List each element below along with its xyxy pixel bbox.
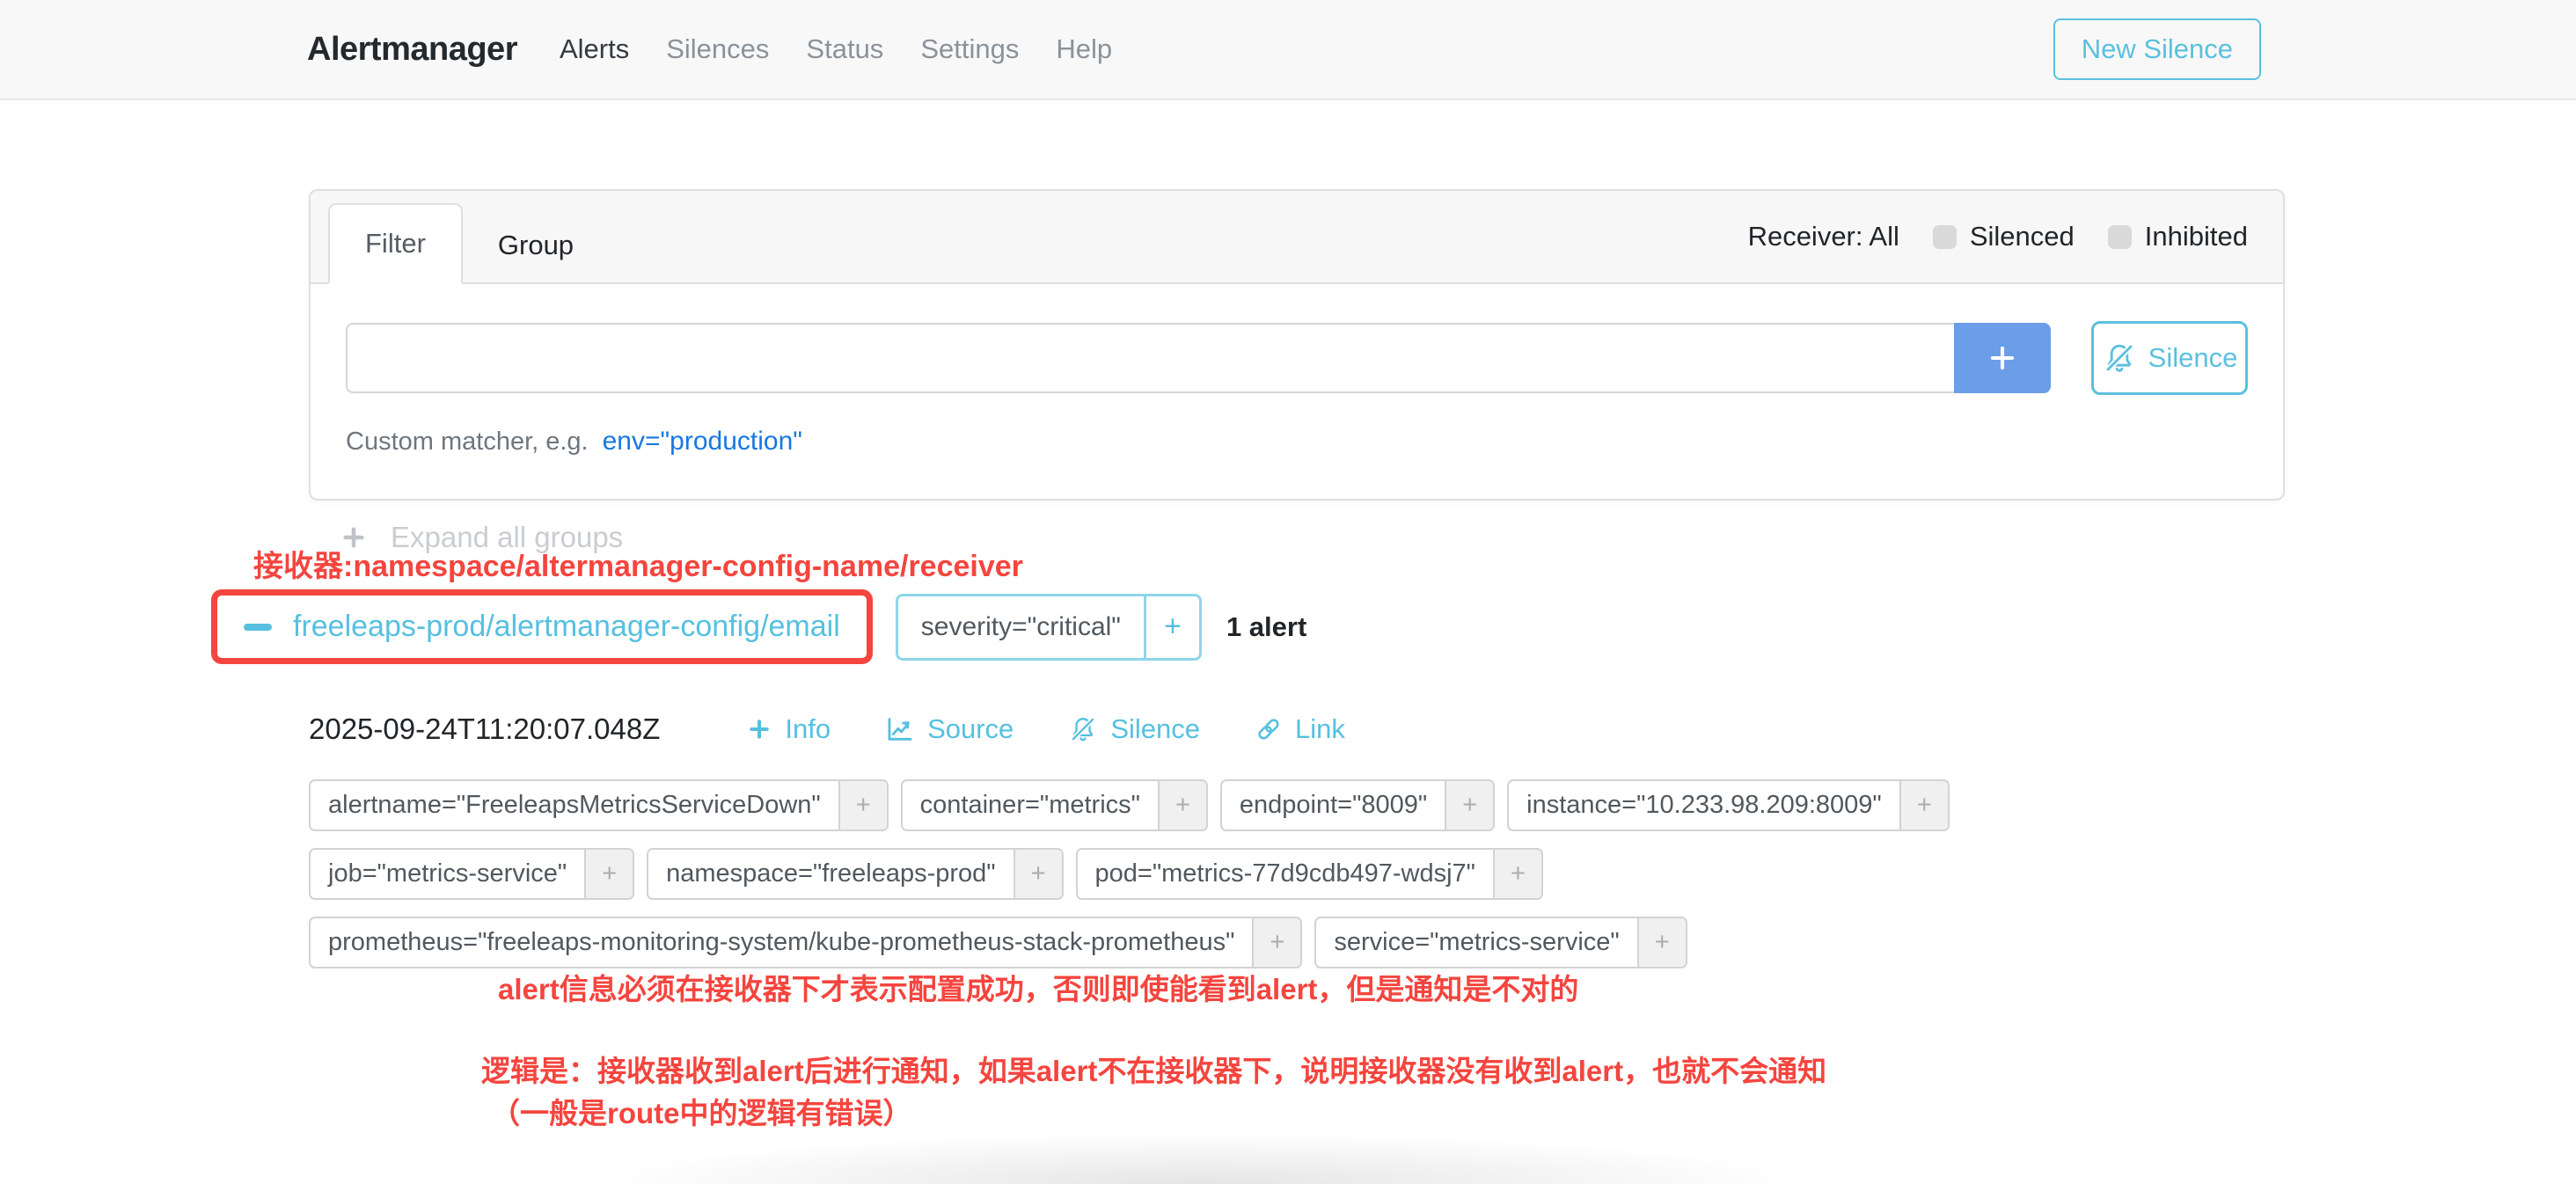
add-label-filter-button[interactable]: + [1014, 850, 1062, 898]
silenced-filter[interactable]: Silenced [1933, 221, 2075, 252]
annotation-config-note: alert信息必须在接收器下才表示配置成功，否则即使能看到alert，但是通知是… [498, 966, 1578, 1008]
silence-button[interactable]: Silence [2091, 321, 2248, 395]
bell-slash-icon [2102, 340, 2137, 376]
nav-item-alerts[interactable]: Alerts [560, 33, 629, 65]
minus-icon [244, 624, 272, 631]
alert-header: 2025-09-24T11:20:07.048Z Info Source [309, 713, 2280, 746]
label-chip: job="metrics-service" + [309, 848, 634, 900]
add-label-filter-button[interactable]: + [1493, 850, 1541, 898]
add-label-filter-button[interactable]: + [1158, 781, 1206, 830]
app-brand[interactable]: Alertmanager [307, 31, 517, 69]
silenced-label: Silenced [1970, 221, 2075, 252]
tab-group[interactable]: Group [463, 207, 609, 284]
filter-card-body: Silence Custom matcher, e.g. env="produc… [311, 284, 2283, 499]
matcher-hint: Custom matcher, e.g. env="production" [346, 427, 2248, 457]
label-text: namespace="freeleaps-prod" [648, 850, 1013, 898]
add-label-filter-button[interactable]: + [1899, 781, 1948, 830]
label-chip: container="metrics" + [901, 779, 1208, 831]
bell-slash-icon [1068, 714, 1098, 744]
alert-link-button[interactable]: Link [1255, 713, 1345, 745]
label-chip: endpoint="8009" + [1220, 779, 1495, 831]
alert-info-label: Info [785, 713, 831, 745]
annotation-logic-note: 逻辑是：接收器收到alert后进行通知，如果alert不在接收器下，说明接收器没… [481, 1048, 1826, 1090]
nav-item-help[interactable]: Help [1056, 33, 1112, 65]
label-chip: namespace="freeleaps-prod" + [647, 848, 1063, 900]
alert-labels: alertname="FreeleapsMetricsServiceDown" … [309, 779, 1998, 968]
add-matcher-button[interactable] [1954, 323, 2051, 393]
group-matcher-chip: severity="critical" + [896, 594, 1202, 661]
label-chip: pod="metrics-77d9cdb497-wdsj7" + [1076, 848, 1543, 900]
line-chart-icon [885, 714, 915, 744]
collapse-group-button[interactable]: freeleaps-prod/alertmanager-config/email [224, 599, 860, 654]
label-text: container="metrics" [903, 781, 1158, 830]
matcher-row: Silence [346, 323, 2248, 395]
label-text: job="metrics-service" [311, 850, 584, 898]
filter-card: Filter Group Receiver: All Silenced Inhi… [309, 189, 2285, 501]
annotation-highlight-box: freeleaps-prod/alertmanager-config/email [211, 589, 873, 664]
label-chip: instance="10.233.98.209:8009" + [1507, 779, 1950, 831]
label-text: alertname="FreeleapsMetricsServiceDown" [311, 781, 838, 830]
nav-item-silences[interactable]: Silences [666, 33, 769, 65]
label-text: endpoint="8009" [1222, 781, 1445, 830]
inhibited-checkbox[interactable] [2108, 225, 2132, 249]
label-chip: alertname="FreeleapsMetricsServiceDown" … [309, 779, 889, 831]
annotation-route-note: （一般是route中的逻辑有错误） [491, 1090, 912, 1132]
label-chip: service="metrics-service" + [1314, 917, 1687, 968]
add-label-filter-button[interactable]: + [584, 850, 633, 898]
link-icon [1255, 715, 1283, 743]
receiver-filter[interactable]: Receiver: All [1748, 221, 1899, 252]
alert-item: 2025-09-24T11:20:07.048Z Info Source [309, 713, 2280, 968]
filter-card-header: Filter Group Receiver: All Silenced Inhi… [311, 191, 2283, 284]
hint-text: Custom matcher, e.g. [346, 428, 589, 457]
label-text: pod="metrics-77d9cdb497-wdsj7" [1078, 850, 1493, 898]
alert-source-label: Source [927, 713, 1014, 745]
receiver-controls: Receiver: All Silenced Inhibited [1748, 221, 2248, 252]
label-text: service="metrics-service" [1316, 918, 1636, 967]
nav-item-settings[interactable]: Settings [920, 33, 1019, 65]
add-label-filter-button[interactable]: + [838, 781, 887, 830]
matcher-input[interactable] [346, 323, 1954, 393]
inhibited-filter[interactable]: Inhibited [2108, 221, 2248, 252]
alert-silence-button[interactable]: Silence [1068, 713, 1200, 745]
annotation-receiver-note: 接收器:namespace/altermanager-config-name/r… [253, 542, 1023, 585]
nav-item-status[interactable]: Status [806, 33, 883, 65]
inhibited-label: Inhibited [2145, 221, 2248, 252]
label-chip: prometheus="freeleaps-monitoring-system/… [309, 917, 1302, 968]
alert-count: 1 alert [1226, 611, 1306, 643]
alert-info-button[interactable]: Info [746, 713, 831, 745]
group-receiver-label: freeleaps-prod/alertmanager-config/email [293, 610, 840, 644]
new-silence-button[interactable]: New Silence [2053, 18, 2261, 80]
add-label-filter-button[interactable]: + [1637, 918, 1686, 967]
label-text: instance="10.233.98.209:8009" [1509, 781, 1899, 830]
add-label-filter-button[interactable]: + [1252, 918, 1300, 967]
silenced-checkbox[interactable] [1933, 225, 1957, 249]
add-group-matcher-button[interactable]: + [1144, 594, 1202, 661]
alertmanager-page: Alertmanager Alerts Silences Status Sett… [0, 0, 2576, 1184]
tab-filter-label: Filter [365, 228, 426, 259]
alert-silence-label: Silence [1110, 713, 1200, 745]
alert-link-label: Link [1295, 713, 1345, 745]
alert-timestamp: 2025-09-24T11:20:07.048Z [309, 713, 660, 746]
plus-icon [1986, 341, 2019, 375]
alert-group-row: freeleaps-prod/alertmanager-config/email… [211, 589, 1306, 664]
group-matcher-label: severity="critical" [896, 594, 1146, 661]
tab-group-label: Group [498, 230, 574, 260]
label-text: prometheus="freeleaps-monitoring-system/… [311, 918, 1252, 967]
filter-tabs: Filter Group [328, 203, 609, 284]
alert-source-button[interactable]: Source [885, 713, 1014, 745]
navbar: Alertmanager Alerts Silences Status Sett… [0, 0, 2576, 100]
silence-button-label: Silence [2148, 342, 2238, 374]
add-label-filter-button[interactable]: + [1445, 781, 1493, 830]
plus-icon [746, 716, 772, 742]
hint-example-link[interactable]: env="production" [603, 427, 802, 457]
tab-filter[interactable]: Filter [328, 203, 463, 284]
nav-links: Alerts Silences Status Settings Help [560, 33, 1112, 65]
